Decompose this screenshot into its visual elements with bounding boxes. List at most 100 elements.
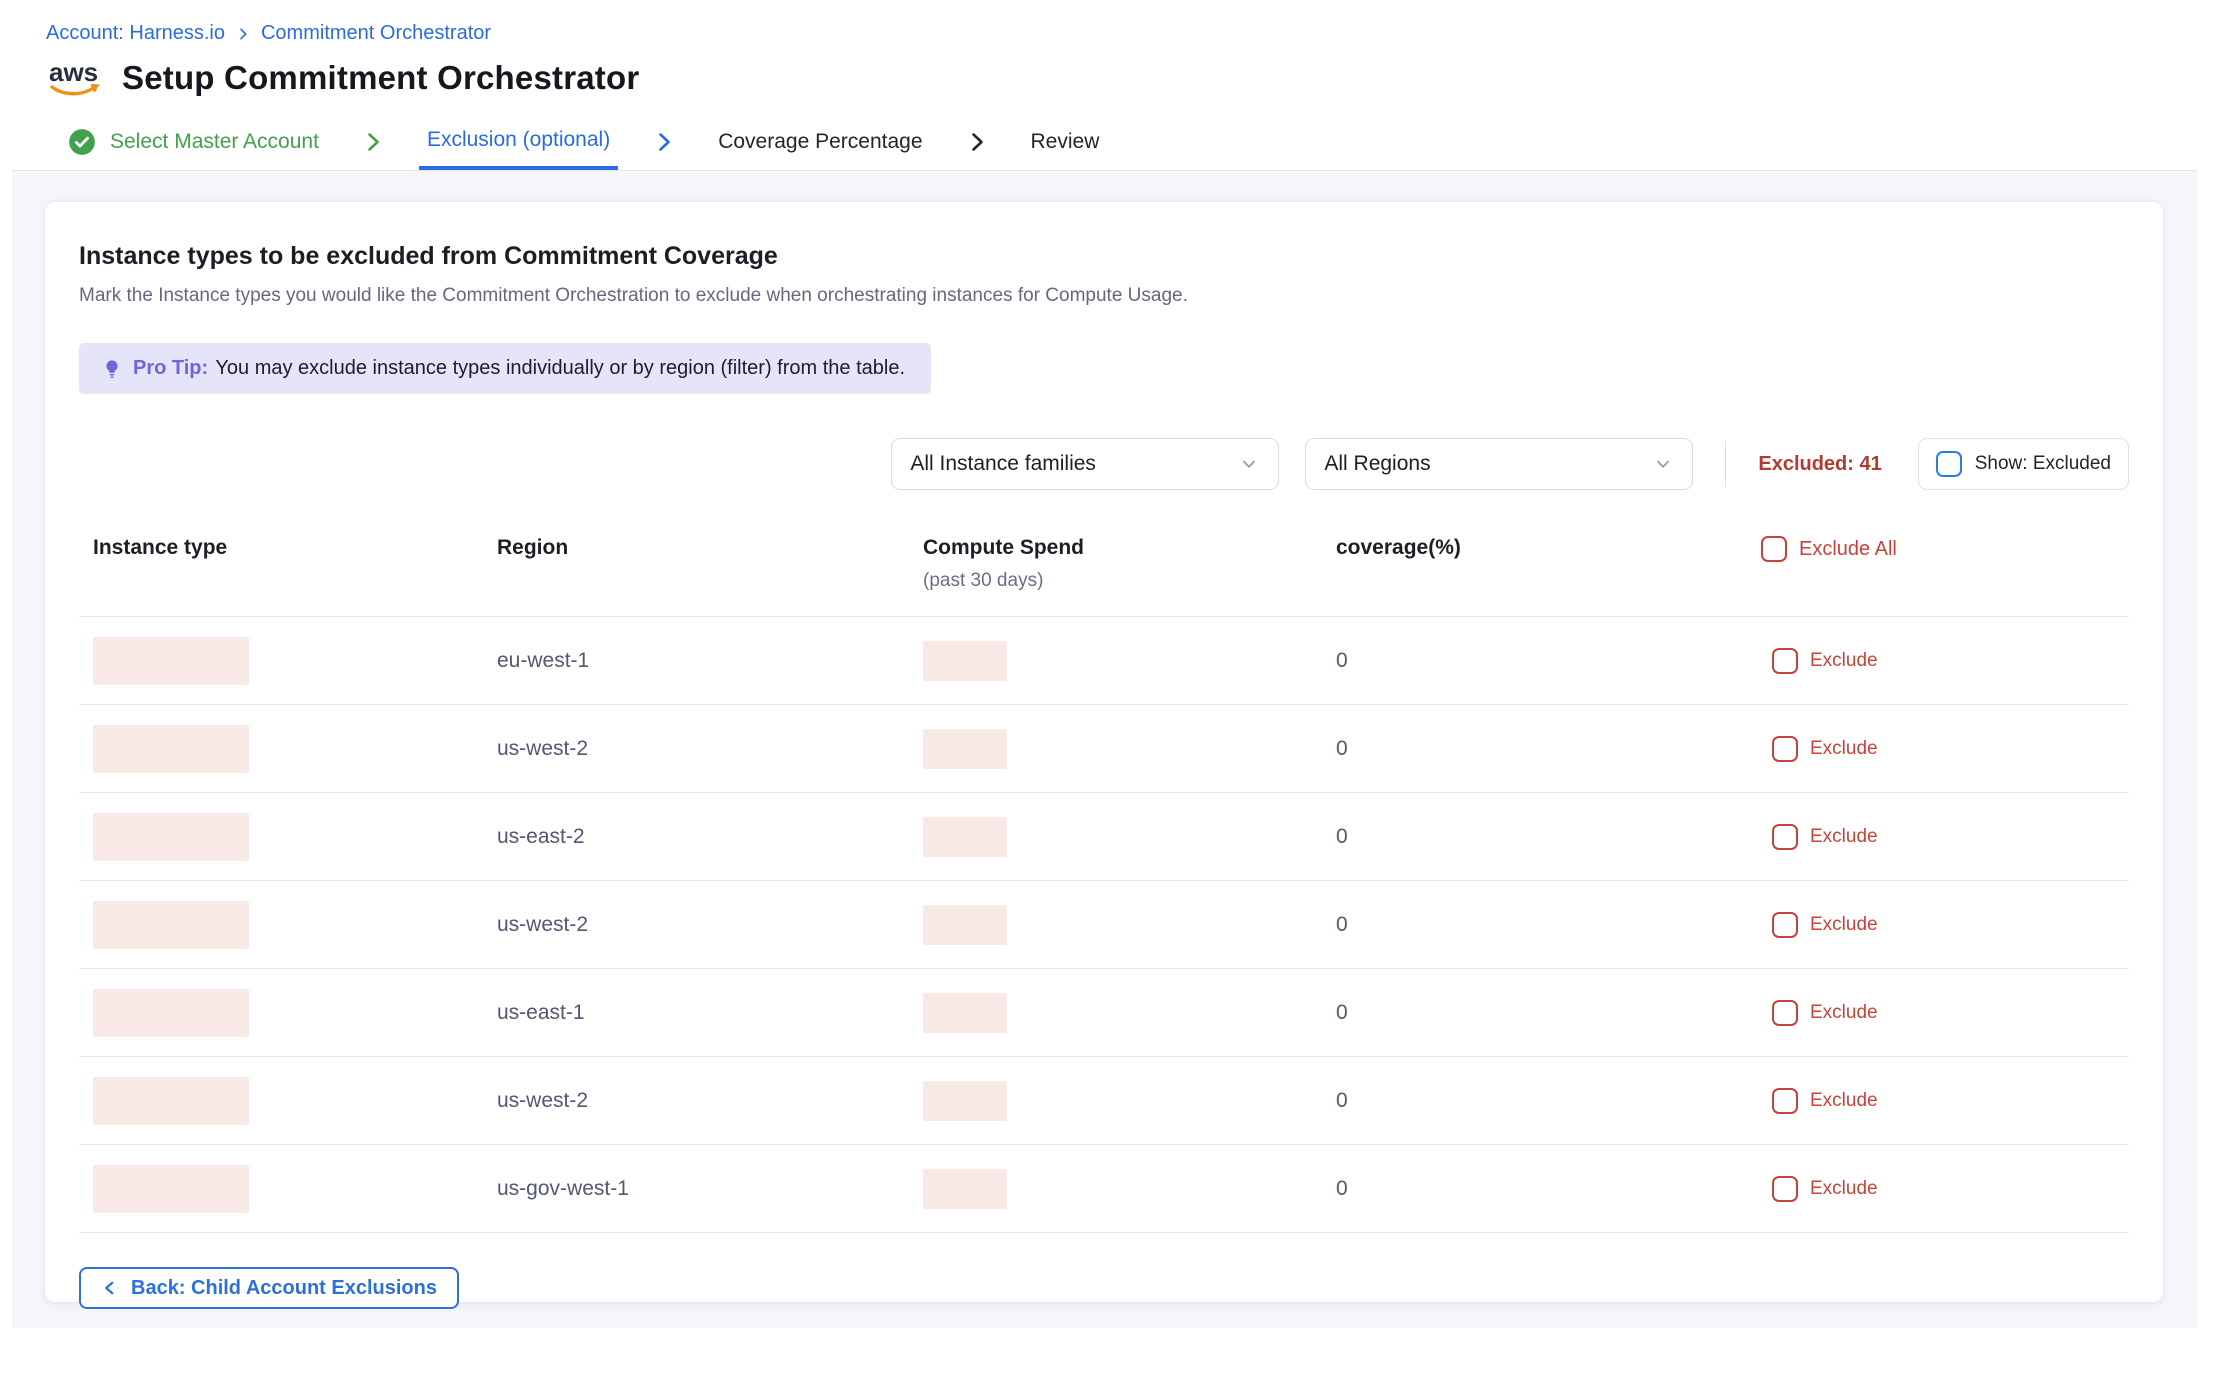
lightbulb-icon [101,358,123,380]
exclude-checkbox[interactable] [1772,1000,1798,1026]
panel-heading: Instance types to be excluded from Commi… [79,242,2129,271]
exclude-checkbox[interactable] [1772,1176,1798,1202]
redacted-compute-spend [923,1081,1007,1121]
pro-tip-text: You may exclude instance types individua… [215,357,905,379]
coverage-cell: 0 [1336,737,1761,761]
redacted-instance-type [93,989,249,1037]
redacted-instance-type [93,637,249,685]
step-exclusion-optional[interactable]: Exclusion (optional) [419,113,618,170]
exclusion-panel: Instance types to be excluded from Commi… [45,202,2163,1302]
exclude-all-label: Exclude All [1799,538,1897,561]
region-cell: us-west-2 [497,913,923,937]
col-header-coverage: coverage(%) [1336,536,1761,560]
exclude-checkbox[interactable] [1772,1088,1798,1114]
table-row: us-west-2 0 Exclude [79,1057,2129,1145]
filters-row: All Instance families All Regions Exclud… [79,438,2129,490]
panel-subheading: Mark the Instance types you would like t… [79,285,2129,307]
redacted-instance-type [93,901,249,949]
pro-tip-label: Pro Tip: [133,357,208,379]
show-excluded-label: Show: Excluded [1975,453,2111,475]
exclude-all-control[interactable]: Exclude All [1761,536,2129,562]
exclude-label: Exclude [1810,1178,1878,1200]
redacted-instance-type [93,813,249,861]
exclude-control[interactable]: Exclude [1761,648,2129,674]
exclude-all-checkbox[interactable] [1761,536,1787,562]
page-body: Instance types to be excluded from Commi… [12,171,2197,1328]
table-row: us-gov-west-1 0 Exclude [79,1145,2129,1233]
breadcrumb-account-link[interactable]: Account: Harness.io [46,22,225,45]
step-label: Exclusion (optional) [427,128,610,152]
step-select-master-account[interactable]: Select Master Account [60,113,327,170]
breadcrumb-chevron-icon [235,26,251,42]
exclude-checkbox[interactable] [1772,824,1798,850]
step-label: Select Master Account [110,130,319,154]
exclusion-table: Instance type Region Compute Spend (past… [79,530,2129,1233]
chevron-right-icon [361,113,385,170]
redacted-compute-spend [923,1169,1007,1209]
breadcrumb-page-link[interactable]: Commitment Orchestrator [261,22,491,45]
show-excluded-toggle[interactable]: Show: Excluded [1918,438,2129,490]
back-button-label: Back: Child Account Exclusions [131,1277,437,1300]
chevron-down-icon [1652,453,1674,475]
exclude-checkbox[interactable] [1772,912,1798,938]
redacted-instance-type [93,1165,249,1213]
regions-value: All Regions [1324,452,1430,476]
page-title: Setup Commitment Orchestrator [122,59,639,97]
exclude-control[interactable]: Exclude [1761,824,2129,850]
exclude-label: Exclude [1810,1002,1878,1024]
coverage-cell: 0 [1336,825,1761,849]
table-row: us-west-2 0 Exclude [79,881,2129,969]
instance-families-value: All Instance families [910,452,1096,476]
col-header-instance-type: Instance type [93,536,497,560]
chevron-left-icon [101,1279,119,1297]
exclude-control[interactable]: Exclude [1761,736,2129,762]
redacted-compute-spend [923,993,1007,1033]
step-review[interactable]: Review [1023,113,1108,170]
redacted-instance-type [93,1077,249,1125]
coverage-cell: 0 [1336,1089,1761,1113]
region-cell: us-east-2 [497,825,923,849]
exclude-label: Exclude [1810,650,1878,672]
redacted-compute-spend [923,905,1007,945]
table-row: eu-west-1 0 Exclude [79,617,2129,705]
region-cell: eu-west-1 [497,649,923,673]
redacted-compute-spend [923,729,1007,769]
exclude-checkbox[interactable] [1772,736,1798,762]
coverage-cell: 0 [1336,913,1761,937]
svg-text:aws: aws [49,57,98,87]
chevron-right-icon [652,113,676,170]
wizard-stepper: Select Master Account Exclusion (optiona… [12,113,2197,171]
title-row: aws Setup Commitment Orchestrator [46,57,2238,113]
exclude-label: Exclude [1810,826,1878,848]
aws-logo-icon: aws [46,57,104,99]
coverage-cell: 0 [1336,649,1761,673]
back-button[interactable]: Back: Child Account Exclusions [79,1267,459,1309]
exclude-checkbox[interactable] [1772,648,1798,674]
vertical-divider [1725,441,1726,487]
footer-actions: Back: Child Account Exclusions [79,1267,2129,1309]
step-label: Coverage Percentage [718,130,922,154]
chevron-down-icon [1238,453,1260,475]
exclude-control[interactable]: Exclude [1761,1000,2129,1026]
exclude-control[interactable]: Exclude [1761,912,2129,938]
excluded-count-badge: Excluded: 41 [1758,453,1881,476]
step-label: Review [1031,130,1100,154]
region-cell: us-west-2 [497,1089,923,1113]
chevron-right-icon [965,113,989,170]
col-header-region: Region [497,536,923,560]
show-excluded-checkbox[interactable] [1936,451,1962,477]
region-cell: us-gov-west-1 [497,1177,923,1201]
table-header-row: Instance type Region Compute Spend (past… [79,530,2129,617]
coverage-cell: 0 [1336,1177,1761,1201]
redacted-compute-spend [923,641,1007,681]
exclude-label: Exclude [1810,738,1878,760]
regions-select[interactable]: All Regions [1305,438,1693,490]
exclude-label: Exclude [1810,1090,1878,1112]
exclude-control[interactable]: Exclude [1761,1088,2129,1114]
exclude-control[interactable]: Exclude [1761,1176,2129,1202]
check-circle-icon [68,128,96,156]
instance-families-select[interactable]: All Instance families [891,438,1279,490]
step-coverage-percentage[interactable]: Coverage Percentage [710,113,930,170]
redacted-instance-type [93,725,249,773]
col-header-compute-spend-sub: (past 30 days) [923,570,1336,592]
